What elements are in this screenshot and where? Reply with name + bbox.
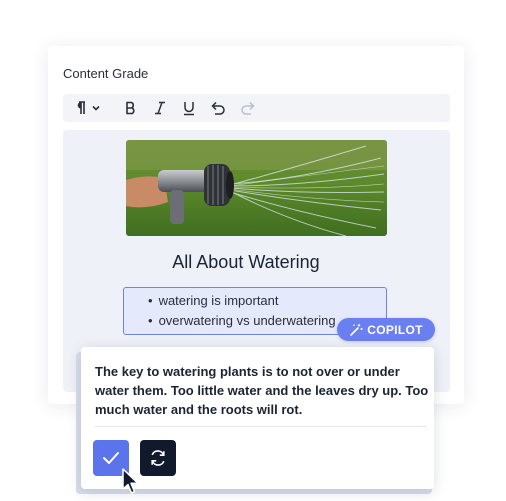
regenerate-button[interactable] xyxy=(140,440,176,476)
italic-icon xyxy=(155,101,165,115)
refresh-icon xyxy=(151,450,165,466)
copilot-badge-label: COPILOT xyxy=(367,322,423,337)
bold-icon xyxy=(126,101,135,115)
formatting-toolbar xyxy=(63,94,450,122)
watering-hose-photo xyxy=(126,140,387,236)
underline-icon xyxy=(184,101,194,115)
undo-icon xyxy=(210,101,225,115)
pilcrow-icon xyxy=(77,101,85,114)
suggestion-text: The key to watering plants is to not ove… xyxy=(95,364,429,417)
divider xyxy=(95,426,427,427)
underline-button[interactable] xyxy=(177,94,201,122)
list-item[interactable]: watering is important xyxy=(146,291,386,311)
document-heading[interactable]: All About Watering xyxy=(63,252,429,273)
magic-wand-icon xyxy=(350,323,363,336)
italic-button[interactable] xyxy=(148,94,172,122)
redo-icon xyxy=(240,101,255,115)
undo-button[interactable] xyxy=(206,94,230,122)
checkmark-icon xyxy=(103,452,119,464)
copilot-badge[interactable]: COPILOT xyxy=(337,318,435,341)
paragraph-format-dropdown[interactable] xyxy=(71,94,103,122)
mouse-cursor-icon xyxy=(122,468,139,494)
chevron-down-icon xyxy=(92,105,100,111)
redo-button[interactable] xyxy=(235,94,259,122)
bold-button[interactable] xyxy=(119,94,143,122)
card-title: Content Grade xyxy=(63,66,149,81)
